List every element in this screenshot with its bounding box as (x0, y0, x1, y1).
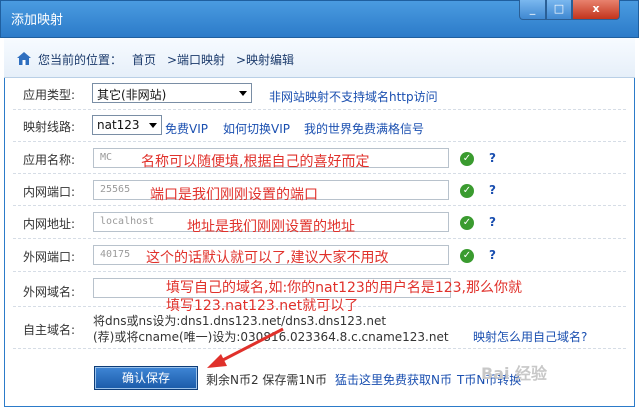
own-domain-label: 自主域名: (23, 323, 76, 337)
divider (13, 348, 626, 349)
maximize-button[interactable]: □ (546, 0, 572, 20)
check-icon: ✓ (460, 216, 474, 230)
chevron-down-icon (239, 91, 247, 96)
help-icon[interactable]: ? (489, 183, 496, 197)
check-icon: ✓ (460, 152, 474, 166)
check-icon: ✓ (460, 184, 474, 198)
route-value: nat123 (97, 118, 140, 132)
app-type-note: 非网站映射不支持域名http访问 (269, 90, 438, 104)
own-domain-help-link[interactable]: 映射怎么用自己域名? (473, 328, 587, 345)
breadcrumb-home[interactable]: 首页 (132, 51, 156, 68)
wan-domain-label: 外网域名: (23, 285, 76, 299)
check-icon: ✓ (460, 249, 474, 263)
divider (13, 141, 626, 142)
divider (13, 205, 626, 206)
help-icon[interactable]: ? (489, 151, 496, 165)
lan-addr-label: 内网地址: (23, 217, 76, 231)
breadcrumb-port-mapping[interactable]: >端口映射 (167, 51, 225, 68)
n-coin-balance: 剩余N币2 保存需1N币 (206, 373, 328, 387)
close-button[interactable]: x (572, 0, 620, 20)
breadcrumb-prefix: 您当前的位置： (38, 53, 123, 67)
route-select[interactable]: nat123 (92, 115, 162, 135)
minimize-button[interactable]: _ (519, 0, 546, 20)
home-icon (17, 52, 31, 65)
breadcrumb: 您当前的位置： 首页 >端口映射 >映射编辑 (4, 38, 635, 78)
annotation-domain-1: 填写自己的域名,如:你的nat123的用户名是123,那么你就 (166, 280, 523, 296)
watermark-logo: Bai 经验 (481, 364, 548, 383)
annotation-lan-port: 端口是我们刚刚设置的端口 (150, 187, 318, 203)
help-icon[interactable]: ? (489, 248, 496, 262)
breadcrumb-mapping-edit: >映射编辑 (236, 53, 295, 67)
mapping-form: 应用类型: 其它(非网站) 非网站映射不支持域名http访问 映射线路: nat… (4, 78, 635, 407)
get-free-n-coin-link[interactable]: 猛击这里免费获取N币 (335, 371, 452, 388)
lan-port-label: 内网端口: (23, 185, 76, 199)
annotation-name: 名称可以随便填,根据自己的喜好而定 (141, 154, 370, 170)
divider (13, 271, 626, 272)
chevron-down-icon (149, 123, 157, 128)
minecraft-signal-link[interactable]: 我的世界免费满格信号 (304, 120, 424, 137)
help-icon[interactable]: ? (489, 215, 496, 229)
app-type-value: 其它(非网站) (97, 88, 167, 102)
app-type-select[interactable]: 其它(非网站) (92, 83, 252, 103)
free-vip-link[interactable]: 免费VIP (165, 120, 208, 137)
arrow-annotation-icon (207, 327, 284, 368)
switch-vip-link[interactable]: 如何切换VIP (223, 120, 290, 137)
save-button[interactable]: 确认保存 (94, 366, 198, 390)
app-name-label: 应用名称: (23, 153, 76, 167)
wan-port-label: 外网端口: (23, 250, 76, 264)
annotation-lan-addr: 地址是我们刚刚设置的地址 (187, 219, 355, 235)
divider (13, 109, 626, 110)
route-label: 映射线路: (23, 120, 76, 134)
divider (13, 173, 626, 174)
divider (13, 238, 626, 239)
annotation-domain-2: 填写123.nat123.net就可以了 (166, 298, 359, 314)
annotation-wan-port: 这个的话默认就可以了,建议大家不用改 (146, 250, 389, 266)
app-type-label: 应用类型: (23, 88, 76, 102)
window-title: 添加映射 (11, 13, 64, 28)
